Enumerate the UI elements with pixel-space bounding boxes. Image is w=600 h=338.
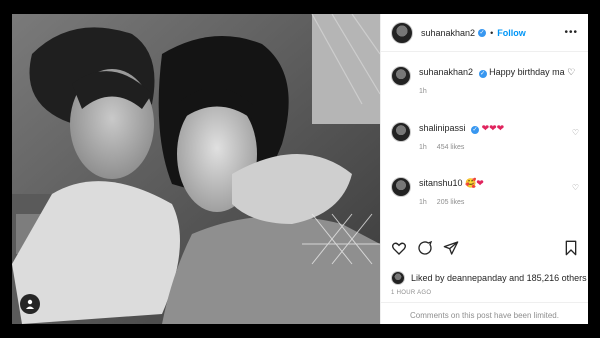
- avatar[interactable]: [391, 177, 411, 197]
- comment-username[interactable]: shalinipassi: [419, 123, 466, 133]
- verified-badge-icon: ✓: [478, 70, 487, 78]
- share-icon[interactable]: [443, 240, 459, 261]
- post-photo[interactable]: [12, 14, 380, 324]
- comment-item: shalinipassi ✓ ❤❤❤ 1h 454 likes ♡: [391, 122, 579, 154]
- likes-text[interactable]: Liked by deannepanday and 185,216 others: [411, 273, 587, 283]
- follow-button[interactable]: Follow: [497, 28, 526, 38]
- comment-item: sitanshu10 🥰❤ 1h 205 likes ♡: [391, 177, 579, 209]
- caption-username[interactable]: suhanakhan2: [419, 67, 473, 77]
- separator-dot: •: [490, 27, 494, 38]
- caption-meta: 1h: [419, 86, 579, 98]
- user-tag-icon[interactable]: [20, 294, 40, 314]
- caption-text: Happy birthday ma: [489, 67, 565, 77]
- verified-badge-icon: ✓: [478, 28, 487, 37]
- avatar[interactable]: [391, 122, 411, 142]
- comment-meta: 1h 454 likes: [419, 142, 579, 154]
- comments-limited-notice: Comments on this post have been limited.: [381, 302, 588, 320]
- verified-badge-icon: ✓: [471, 126, 480, 134]
- instagram-post-modal: suhanakhan2 ✓ • Follow ••• suhanakhan2 ✓…: [12, 14, 588, 324]
- header-username[interactable]: suhanakhan2: [421, 28, 475, 38]
- heart-icon[interactable]: [391, 240, 407, 261]
- caption-heart-icon: ♡: [567, 67, 576, 77]
- post-date: 1 HOUR AGO: [391, 290, 432, 296]
- comment-text: 🥰❤: [465, 178, 484, 188]
- comment-time: 1h: [419, 144, 427, 151]
- comment-icon[interactable]: [417, 240, 433, 261]
- comment-likes[interactable]: 454 likes: [437, 144, 465, 151]
- bookmark-icon[interactable]: [563, 240, 579, 261]
- caption: suhanakhan2 ✓ Happy birthday ma ♡ 1h: [391, 66, 579, 98]
- comment-like-heart-icon[interactable]: ♡: [572, 183, 579, 192]
- comment-time: 1h: [419, 199, 427, 206]
- likes-summary: Liked by deannepanday and 185,216 others: [391, 271, 587, 285]
- comment-like-heart-icon[interactable]: ♡: [572, 128, 579, 137]
- post-side-panel: suhanakhan2 ✓ • Follow ••• suhanakhan2 ✓…: [380, 14, 588, 324]
- post-actions-bar: [391, 240, 579, 260]
- caption-time: 1h: [419, 88, 427, 95]
- comment-meta: 1h 205 likes: [419, 197, 579, 209]
- avatar[interactable]: [391, 21, 413, 44]
- post-header: suhanakhan2 ✓ • Follow •••: [381, 14, 588, 52]
- avatar[interactable]: [391, 271, 405, 285]
- comment-username[interactable]: sitanshu10: [419, 178, 463, 188]
- comment-text: ❤❤❤: [481, 123, 505, 133]
- avatar[interactable]: [391, 66, 411, 86]
- post-photo-image: [12, 14, 380, 324]
- more-options-icon[interactable]: •••: [564, 27, 578, 38]
- comment-likes[interactable]: 205 likes: [437, 199, 465, 206]
